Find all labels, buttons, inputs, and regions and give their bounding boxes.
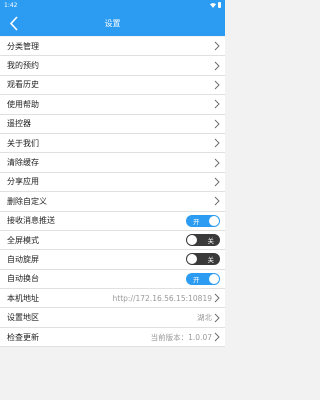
settings-item-check-update[interactable]: 检查更新 当前版本：1.0.07 — [0, 327, 225, 348]
fullscreen-mode-toggle[interactable]: 关 — [186, 234, 220, 247]
settings-item-watch-history[interactable]: 观看历史 — [0, 75, 225, 96]
settings-item-label: 设置地区 — [7, 313, 39, 323]
settings-item-fullscreen-mode: 全屏模式 关 — [0, 230, 225, 251]
status-bar: 1:42 — [0, 0, 225, 10]
region-value: 湖北 — [197, 313, 212, 323]
chevron-left-icon — [9, 15, 18, 31]
settings-item-label: 遥控器 — [7, 119, 31, 129]
settings-item-push-notifications: 接收消息推送 开 — [0, 211, 225, 231]
chevron-right-icon — [214, 119, 220, 129]
settings-item-label: 本机地址 — [7, 293, 39, 303]
push-notifications-toggle[interactable]: 开 — [186, 214, 220, 227]
settings-item-label: 自动换台 — [7, 274, 39, 284]
page-title: 设置 — [104, 18, 121, 28]
back-button[interactable] — [3, 13, 23, 33]
settings-item-label: 我的预约 — [7, 61, 39, 71]
chevron-right-icon — [214, 61, 220, 70]
chevron-right-icon — [214, 177, 220, 187]
chevron-right-icon — [214, 332, 220, 342]
toggle-state-label: 关 — [207, 256, 215, 265]
settings-item-label: 分享应用 — [7, 177, 39, 187]
toggle-state-label: 开 — [193, 217, 200, 226]
toggle-state-label: 开 — [193, 275, 200, 284]
settings-item-label: 使用帮助 — [7, 99, 39, 109]
settings-item-share-app[interactable]: 分享应用 — [0, 172, 225, 193]
settings-item-local-address[interactable]: 本机地址 http://172.16.56.15:10819 — [0, 289, 225, 309]
settings-item-label: 删除自定义 — [7, 196, 47, 206]
chevron-right-icon — [214, 158, 220, 167]
settings-item-remote-control[interactable]: 遥控器 — [0, 114, 225, 134]
local-address-value: http://172.16.56.15:10819 — [112, 293, 212, 303]
settings-item-label: 检查更新 — [7, 332, 39, 342]
toggle-knob — [187, 235, 197, 246]
settings-item-clear-cache[interactable]: 清除缓存 — [0, 153, 225, 173]
toggle-knob — [187, 254, 197, 265]
app-header: 设置 — [0, 10, 225, 36]
chevron-right-icon — [214, 313, 220, 322]
chevron-right-icon — [214, 138, 220, 148]
settings-item-help[interactable]: 使用帮助 — [0, 95, 225, 115]
settings-item-label: 自动旋屏 — [7, 254, 39, 264]
settings-item-my-reservations[interactable]: 我的预约 — [0, 56, 225, 76]
battery-icon — [218, 2, 221, 8]
status-icons — [210, 2, 221, 8]
toggle-state-label: 关 — [207, 237, 215, 246]
chevron-right-icon — [214, 41, 220, 51]
settings-list: 分类管理 我的预约 观看历史 使用帮助 遥控器 关于我们 清除缓存 分享应用 删… — [0, 37, 225, 348]
settings-item-label: 接收消息推送 — [7, 216, 55, 226]
settings-item-auto-rotate: 自动旋屏 关 — [0, 250, 225, 270]
chevron-right-icon — [214, 293, 220, 303]
chevron-right-icon — [214, 80, 220, 90]
settings-item-label: 分类管理 — [7, 41, 39, 51]
auto-rotate-toggle[interactable]: 关 — [186, 253, 220, 266]
settings-item-label: 全屏模式 — [7, 235, 39, 245]
settings-item-label: 关于我们 — [7, 138, 39, 148]
toggle-knob — [209, 215, 219, 226]
settings-item-about-us[interactable]: 关于我们 — [0, 133, 225, 154]
settings-item-label: 清除缓存 — [7, 158, 39, 168]
current-version-value: 当前版本：1.0.07 — [150, 332, 212, 342]
chevron-right-icon — [214, 196, 220, 206]
toggle-knob — [209, 273, 219, 284]
settings-item-delete-custom[interactable]: 删除自定义 — [0, 192, 225, 212]
wifi-icon — [210, 2, 216, 8]
settings-item-label: 观看历史 — [7, 80, 39, 90]
settings-item-auto-switch-channel: 自动换台 开 — [0, 269, 225, 290]
settings-item-category-management[interactable]: 分类管理 — [0, 37, 225, 57]
settings-item-region[interactable]: 设置地区 湖北 — [0, 308, 225, 328]
status-time: 1:42 — [4, 1, 18, 9]
chevron-right-icon — [214, 100, 220, 109]
auto-switch-channel-toggle[interactable]: 开 — [186, 272, 220, 285]
